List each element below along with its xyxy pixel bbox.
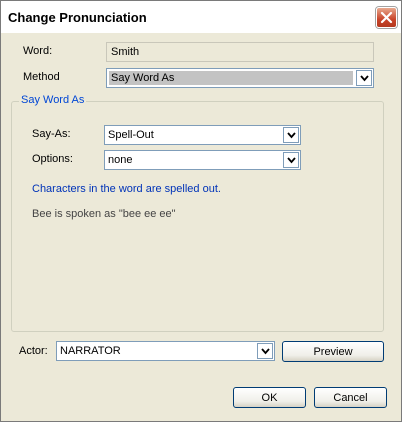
word-label: Word: <box>23 45 53 57</box>
chevron-down-icon[interactable] <box>283 127 299 143</box>
pronunciation-example: Bee is spoken as "bee ee ee" <box>32 208 176 220</box>
method-label: Method <box>23 71 60 83</box>
title-bar: Change Pronunciation <box>1 1 401 33</box>
chevron-down-icon[interactable] <box>257 343 273 359</box>
preview-button-label: Preview <box>313 346 353 358</box>
actor-value: NARRATOR <box>60 345 121 357</box>
options-value: none <box>108 154 133 166</box>
chevron-down-icon[interactable] <box>356 70 372 86</box>
actor-label: Actor: <box>19 345 48 357</box>
actor-dropdown[interactable]: NARRATOR <box>56 341 275 361</box>
chevron-down-icon[interactable] <box>283 152 299 168</box>
dialog-title: Change Pronunciation <box>8 10 147 25</box>
method-description: Characters in the word are spelled out. <box>32 183 221 195</box>
close-button[interactable] <box>376 7 397 28</box>
cancel-button-label: Cancel <box>333 392 368 404</box>
options-dropdown[interactable]: none <box>104 150 301 170</box>
word-field: Smith <box>106 42 374 62</box>
method-value: Say Word As <box>109 71 353 85</box>
options-label: Options: <box>32 153 73 165</box>
ok-button[interactable]: OK <box>233 387 306 408</box>
say-as-value: Spell-Out <box>108 129 154 141</box>
say-as-label: Say-As: <box>32 128 71 140</box>
change-pronunciation-dialog: Change Pronunciation Word: Smith Method … <box>0 0 402 422</box>
word-value: Smith <box>111 46 140 58</box>
preview-button[interactable]: Preview <box>282 341 384 362</box>
say-as-dropdown[interactable]: Spell-Out <box>104 125 301 145</box>
method-dropdown[interactable]: Say Word As <box>106 68 374 88</box>
cancel-button[interactable]: Cancel <box>314 387 387 408</box>
say-word-as-group-title: Say Word As <box>19 94 87 106</box>
ok-button-label: OK <box>261 392 278 404</box>
